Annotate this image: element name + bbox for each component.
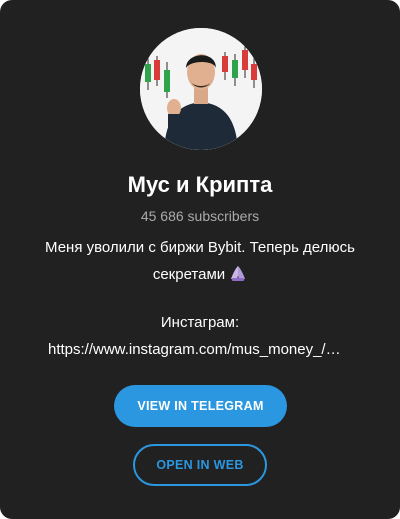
view-in-telegram-button[interactable]: VIEW IN TELEGRAM [114, 385, 287, 427]
description-line-2-text: секретами [152, 266, 226, 283]
channel-preview-card: Мус и Крипта 45 686 subscribers Меня уво… [0, 0, 400, 519]
praying-hands-icon [229, 263, 247, 281]
avatar-photo [140, 28, 262, 150]
instagram-link[interactable]: https://www.instagram.com/mus_money_/… [48, 341, 368, 358]
channel-description: Меня уволили с биржи Bybit. Теперь делюс… [20, 234, 380, 288]
description-line-2: секретами [20, 261, 380, 288]
subscriber-count: 45 686 subscribers [140, 208, 260, 224]
channel-title: Мус и Крипта [127, 172, 273, 197]
instagram-label: Инстаграм: [160, 314, 240, 331]
description-line-1: Меня уволили с биржи Bybit. Теперь делюс… [45, 239, 355, 256]
channel-avatar [140, 28, 262, 150]
open-in-web-button[interactable]: OPEN IN WEB [133, 444, 267, 486]
